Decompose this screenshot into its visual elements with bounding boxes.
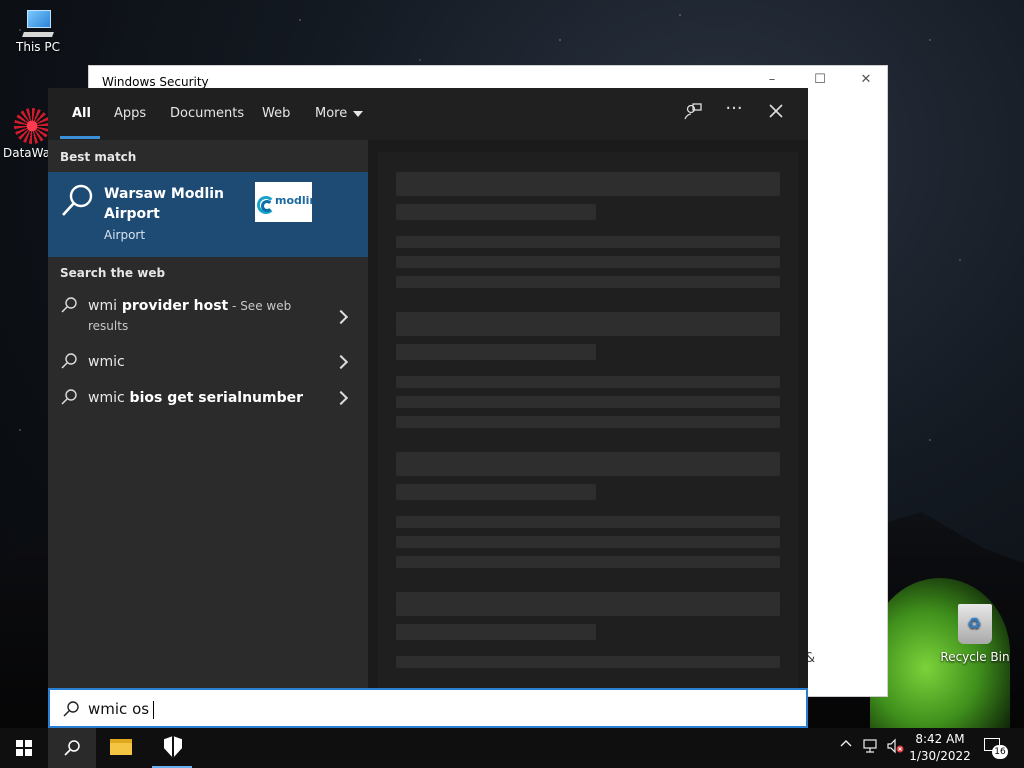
text-caret xyxy=(153,700,155,719)
logo-text: modlin xyxy=(275,194,312,207)
taskbar: 8:42 AM 1/30/2022 16 xyxy=(0,728,1024,768)
active-tab-indicator xyxy=(60,136,100,139)
search-input[interactable]: wmic os xyxy=(48,688,808,728)
desktop-icon-this-pc[interactable]: This PC xyxy=(6,10,70,54)
search-panel: All Apps Documents Web More ··· Best mat… xyxy=(48,88,808,688)
web-result-text: wmi provider host - See web results xyxy=(88,298,292,333)
network-icon[interactable] xyxy=(862,738,880,758)
desktop-icon-label: This PC xyxy=(16,40,60,54)
web-result-text: wmic bios get serialnumber xyxy=(88,390,304,406)
tab-more-label: More xyxy=(315,106,348,121)
more-options-icon[interactable]: ··· xyxy=(720,98,748,122)
chevron-down-icon xyxy=(353,110,364,117)
chevron-right-icon xyxy=(333,309,349,325)
clock[interactable]: 8:42 AM 1/30/2022 xyxy=(906,731,974,765)
search-icon xyxy=(62,184,93,216)
recycle-bin-icon xyxy=(958,604,992,644)
chevron-right-icon xyxy=(333,354,349,370)
close-button[interactable]: ✕ xyxy=(843,72,889,87)
folder-icon xyxy=(110,739,132,755)
close-icon[interactable] xyxy=(762,102,790,126)
clock-date: 1/30/2022 xyxy=(909,749,971,763)
best-match-title: Warsaw Modlin Airport xyxy=(104,186,225,222)
clock-time: 8:42 AM xyxy=(915,732,965,746)
notification-center-button[interactable]: 16 xyxy=(982,736,1008,760)
search-tabs: All Apps Documents Web More ··· xyxy=(48,88,808,140)
search-button[interactable] xyxy=(48,728,96,768)
chevron-right-icon xyxy=(333,390,349,406)
windows-logo-icon xyxy=(16,740,32,756)
web-result-text: wmic xyxy=(88,354,125,370)
search-icon xyxy=(64,740,80,756)
desktop-icon-recycle-bin[interactable]: Recycle Bin xyxy=(940,604,1010,664)
computer-icon xyxy=(21,10,55,38)
desktop-icon-label: DataWag xyxy=(3,146,48,160)
tab-documents[interactable]: Documents xyxy=(170,106,244,121)
shield-icon xyxy=(164,736,182,758)
search-icon xyxy=(61,297,77,313)
notification-count-badge: 16 xyxy=(992,745,1008,759)
tab-web[interactable]: Web xyxy=(262,106,290,121)
preview-loading-skeleton xyxy=(378,152,798,688)
maximize-button[interactable]: ☐ xyxy=(797,72,843,87)
minimize-button[interactable]: – xyxy=(749,72,795,87)
search-icon xyxy=(61,353,77,369)
web-result-item[interactable]: wmic bios get serialnumber xyxy=(48,386,368,416)
window-title: Windows Security xyxy=(102,75,209,89)
desktop-icon-label: Recycle Bin xyxy=(940,650,1010,664)
datawag-app-icon xyxy=(14,108,48,144)
start-button[interactable] xyxy=(0,728,48,768)
web-result-item[interactable]: wmi provider host - See web results xyxy=(48,292,368,342)
tab-more[interactable]: More xyxy=(315,106,364,121)
chevron-up-icon xyxy=(840,740,852,747)
airport-logo: modlin xyxy=(255,182,312,222)
show-hidden-icons-button[interactable] xyxy=(840,738,852,754)
search-icon xyxy=(61,389,77,405)
desktop-icon-datawag[interactable]: DataWag xyxy=(0,108,48,160)
feedback-icon[interactable] xyxy=(678,102,706,126)
windows-security-button[interactable] xyxy=(148,728,196,768)
file-explorer-button[interactable] xyxy=(98,728,146,768)
volume-muted-icon[interactable] xyxy=(886,738,904,758)
search-icon xyxy=(63,701,79,717)
tab-apps[interactable]: Apps xyxy=(114,106,146,121)
tab-all[interactable]: All xyxy=(72,106,91,121)
best-match-subtitle: Airport xyxy=(104,228,146,242)
search-input-value: wmic os xyxy=(88,700,155,719)
web-result-item[interactable]: wmic xyxy=(48,350,368,380)
best-match-result[interactable]: Warsaw Modlin Airport Airport modlin xyxy=(48,172,368,257)
section-label-best-match: Best match xyxy=(60,150,137,164)
results-list: Best match Warsaw Modlin Airport Airport… xyxy=(48,140,368,688)
preview-pane xyxy=(368,140,808,688)
section-label-search-web: Search the web xyxy=(60,266,166,280)
